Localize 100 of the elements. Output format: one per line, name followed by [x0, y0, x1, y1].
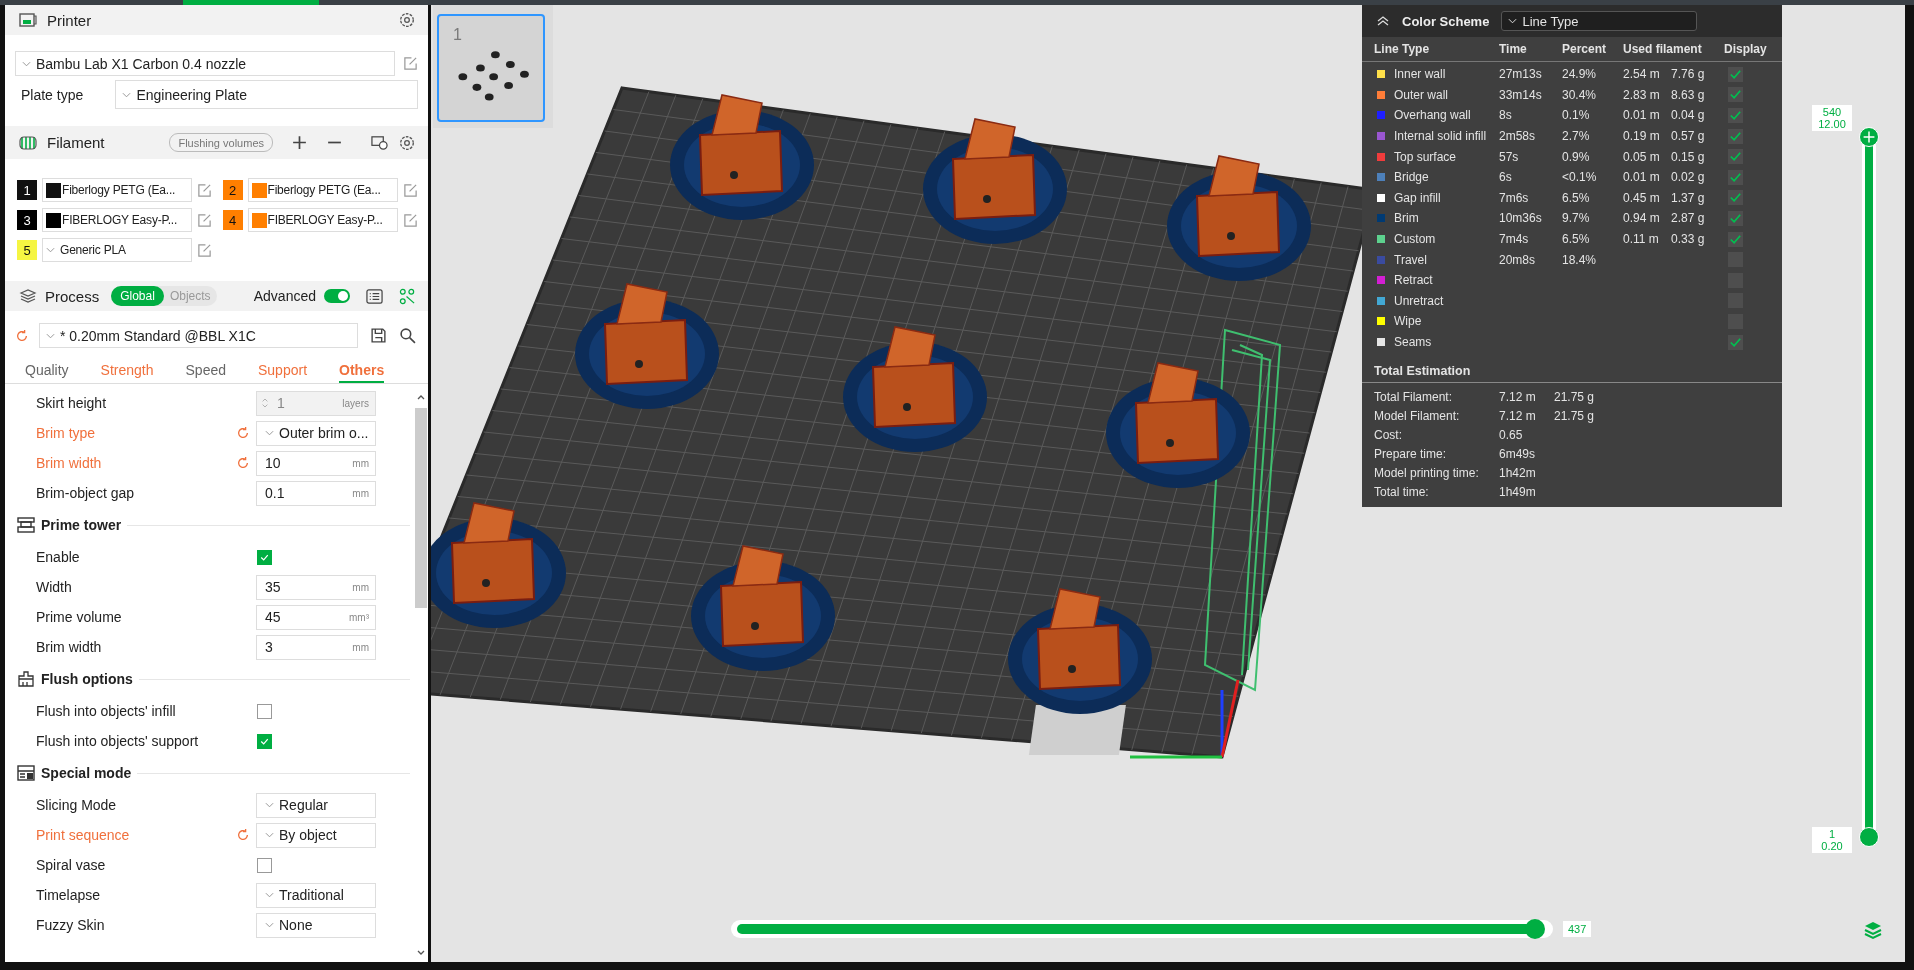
display-checkbox[interactable]	[1728, 108, 1743, 123]
dropdown[interactable]: Regular	[256, 792, 376, 818]
layers-icon[interactable]	[1863, 920, 1883, 940]
setting-label: Slicing Mode	[36, 797, 118, 813]
column-header: Display	[1724, 42, 1768, 56]
line-type-name: Custom	[1394, 232, 1436, 247]
checkbox[interactable]	[257, 703, 272, 719]
total-value: 7.12 m	[1499, 408, 1537, 423]
filament-dropdown[interactable]: Fiberlogy PETG (Ea...	[42, 178, 192, 202]
time-cell-text: 7m4s	[1499, 232, 1530, 247]
reset-icon[interactable]	[236, 426, 250, 440]
section-title: Flush options	[41, 671, 133, 687]
chevron-icon	[46, 332, 55, 339]
settings-icon[interactable]	[398, 11, 416, 29]
dropdown[interactable]: Outer brim o...	[256, 420, 376, 446]
total-label: Cost:	[1374, 427, 1403, 442]
edit-icon[interactable]	[402, 182, 418, 198]
setting-label: Spiral vase	[36, 857, 107, 873]
input-field[interactable]: 0.1 mm	[256, 480, 376, 506]
sync-icon[interactable]	[371, 134, 388, 151]
edit-icon[interactable]	[403, 56, 418, 71]
scheme-dropdown[interactable]: Line Type	[1501, 11, 1698, 31]
display-checkbox[interactable]	[1728, 128, 1743, 144]
time-cell-text: 10m36s	[1499, 211, 1543, 226]
setting-label: Skirt height	[36, 395, 108, 411]
edit-icon[interactable]	[197, 242, 212, 258]
edit-icon[interactable]	[402, 212, 418, 228]
settings-tab[interactable]: Quality	[25, 362, 69, 383]
weight-cell-text: 0.57 g	[1671, 129, 1706, 144]
setting-label: Brim type	[36, 425, 97, 441]
filament-dropdown[interactable]: Generic PLA	[42, 238, 192, 262]
slider-handle[interactable]	[1859, 827, 1879, 847]
total-title: Total Estimation	[1362, 364, 1782, 384]
input-field[interactable]: 10 mm	[256, 450, 376, 476]
setting-label: Timelapse	[36, 887, 102, 903]
checkbox[interactable]	[257, 857, 272, 873]
settings-tab[interactable]: Speed	[185, 362, 226, 383]
line-type-name: Retract	[1394, 273, 1433, 288]
time-cell-text: 33m14s	[1499, 87, 1543, 102]
process-preset-dropdown[interactable]: * 0.20mm Standard @BBL X1C	[39, 323, 358, 348]
display-checkbox[interactable]	[1728, 169, 1743, 185]
display-checkbox[interactable]	[1728, 334, 1743, 350]
layer-label: 540 12.00	[1812, 105, 1852, 131]
plus-icon[interactable]	[291, 134, 308, 151]
display-checkbox[interactable]	[1728, 210, 1743, 226]
line-type-name: Unretract	[1394, 293, 1444, 308]
total-value: 6m49s	[1499, 446, 1537, 461]
chevron-icon	[265, 430, 274, 436]
process-title: Process	[45, 287, 100, 305]
printer-preset-dropdown[interactable]: Bambu Lab X1 Carbon 0.4 nozzle	[15, 51, 395, 76]
slot-number: 1	[17, 180, 37, 200]
reset-icon[interactable]	[236, 828, 250, 842]
time-cell-text: 6s	[1499, 170, 1513, 185]
display-checkbox[interactable]	[1728, 87, 1743, 103]
total-label: Prepare time:	[1374, 446, 1448, 461]
dropdown[interactable]: By object	[256, 822, 376, 848]
length-cell-text: 2.54 m	[1623, 67, 1661, 82]
flushing-volumes-button[interactable]: Flushing volumes	[169, 133, 273, 152]
input-field[interactable]: 3 mm	[256, 634, 376, 660]
length-cell-text: 0.01 m	[1623, 170, 1661, 185]
filament-dropdown[interactable]: Fiberlogy PETG (Ea...	[247, 178, 398, 202]
chevron-icon	[265, 922, 274, 928]
slider-handle[interactable]	[1524, 919, 1545, 939]
settings-icon[interactable]	[398, 133, 416, 152]
slider-handle[interactable]	[1859, 127, 1879, 147]
collapse-icon[interactable]	[1376, 15, 1390, 27]
display-checkbox[interactable]	[1728, 231, 1743, 247]
checkbox[interactable]	[257, 549, 272, 565]
checkbox[interactable]	[257, 733, 272, 749]
search-icon[interactable]	[399, 327, 416, 344]
display-checkbox[interactable]	[1728, 190, 1743, 206]
line-type-name: Brim	[1394, 211, 1419, 226]
setting-label: Prime volume	[36, 609, 123, 625]
filament-dropdown[interactable]: FIBERLOGY Easy-P...	[42, 208, 192, 232]
input-field[interactable]: 45 mm³	[256, 604, 376, 630]
plate-type-dropdown[interactable]: Engineering Plate	[115, 80, 418, 109]
reset-icon[interactable]	[236, 456, 250, 470]
printer-icon	[19, 12, 37, 28]
dropdown[interactable]: Traditional	[256, 882, 376, 908]
edit-icon[interactable]	[197, 182, 212, 198]
advanced-toggle[interactable]	[324, 289, 350, 303]
save-icon[interactable]	[370, 327, 387, 344]
line-type-name: Wipe	[1394, 314, 1422, 329]
input-field[interactable]: 35 mm	[256, 574, 376, 600]
dropdown[interactable]: None	[256, 912, 376, 938]
display-checkbox[interactable]	[1728, 149, 1743, 165]
plate-type-label: Plate type	[20, 86, 85, 103]
edit-icon[interactable]	[197, 212, 212, 228]
filament-dropdown[interactable]: FIBERLOGY Easy-P...	[247, 208, 398, 232]
chevron-icon	[22, 60, 31, 67]
total-value: 7.12 m	[1499, 389, 1537, 404]
list-icon[interactable]	[366, 287, 383, 305]
compare-icon[interactable]	[399, 287, 416, 305]
move-slider-track[interactable]	[731, 920, 1553, 938]
filament-icon	[19, 134, 37, 151]
setting-label: Width	[36, 579, 73, 595]
reset-icon[interactable]	[15, 328, 29, 343]
slot-number: 5	[17, 240, 37, 260]
chevron-icon	[46, 247, 55, 253]
display-checkbox[interactable]	[1728, 66, 1743, 82]
